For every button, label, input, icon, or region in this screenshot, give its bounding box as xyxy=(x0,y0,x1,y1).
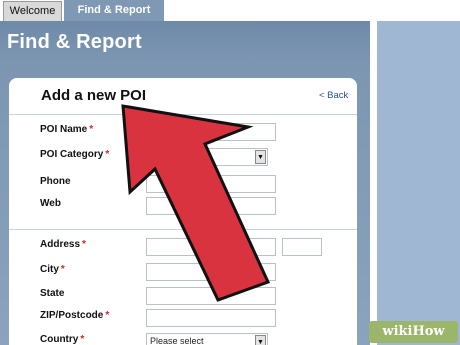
wikihow-watermark: wikiHow xyxy=(369,321,458,343)
pointer-arrow-icon xyxy=(121,104,271,302)
